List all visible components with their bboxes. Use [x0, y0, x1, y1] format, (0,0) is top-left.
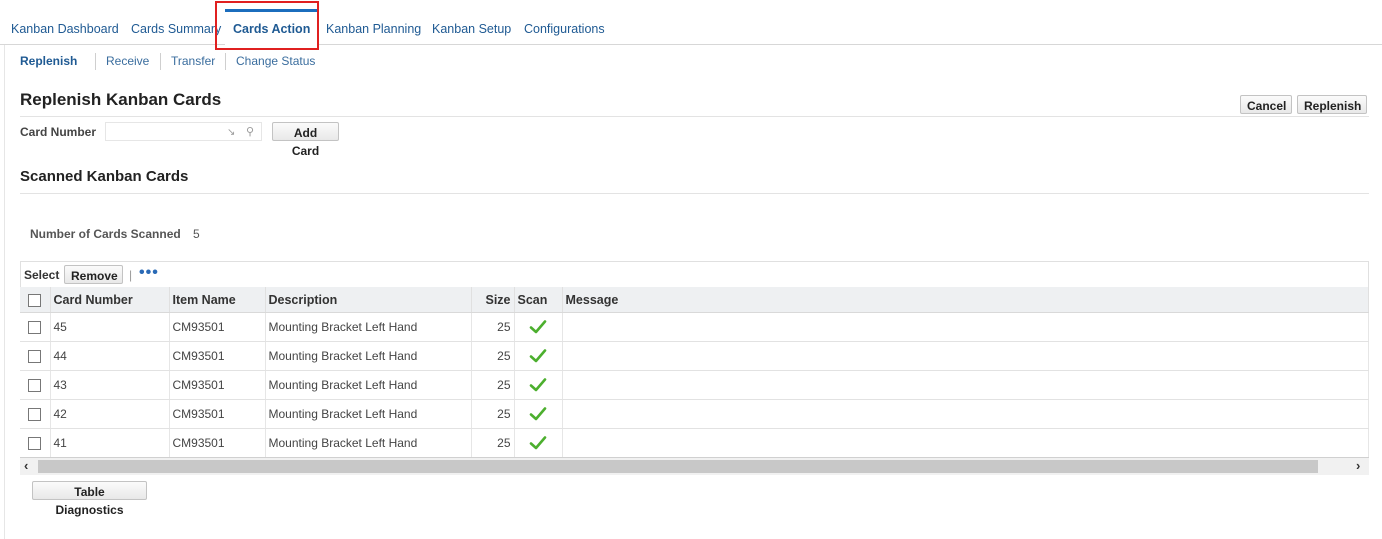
table-row[interactable]: 41 CM93501 Mounting Bracket Left Hand 25	[20, 428, 1369, 458]
column-header-description[interactable]: Description	[265, 287, 472, 313]
item-name-cell: CM93501	[169, 312, 266, 342]
top-tab-bar: Kanban Dashboard Cards Summary Cards Act…	[0, 0, 1382, 47]
item-name-cell: CM93501	[169, 341, 266, 371]
select-all-checkbox[interactable]	[28, 293, 42, 307]
cancel-button[interactable]: Cancel	[1240, 95, 1292, 114]
description-cell: Mounting Bracket Left Hand	[265, 428, 472, 458]
table-row[interactable]: 44 CM93501 Mounting Bracket Left Hand 25	[20, 341, 1369, 371]
subnav-separator	[95, 53, 96, 70]
add-card-button[interactable]: Add Card	[272, 122, 339, 158]
tab-configurations[interactable]: Configurations	[524, 22, 605, 36]
section-divider	[20, 193, 1369, 194]
section-title: Scanned Kanban Cards	[20, 168, 189, 185]
size-cell: 25	[471, 341, 515, 371]
card-number-cell: 41	[50, 428, 170, 458]
more-actions-icon[interactable]: •••	[139, 264, 159, 282]
toolbar-separator: |	[129, 268, 133, 282]
table-toolbar: Select Remove | •••	[20, 261, 1369, 287]
item-name-cell: CM93501	[169, 428, 266, 458]
size-cell: 25	[471, 428, 515, 458]
item-name-cell: CM93501	[169, 399, 266, 429]
column-header-item-name[interactable]: Item Name	[169, 287, 266, 313]
size-cell: 25	[471, 370, 515, 400]
card-number-label: Card Number	[20, 125, 97, 139]
row-checkbox[interactable]	[28, 437, 42, 451]
card-number-input[interactable]	[105, 122, 262, 141]
card-number-cell: 45	[50, 312, 170, 342]
replenish-button[interactable]: Replenish	[1297, 95, 1367, 114]
card-number-cell: 44	[50, 341, 170, 371]
column-header-size[interactable]: Size	[471, 287, 515, 313]
tab-cards-summary[interactable]: Cards Summary	[131, 22, 221, 36]
subnav-separator	[225, 53, 226, 70]
subnav-replenish[interactable]: Replenish	[20, 54, 77, 68]
remove-button[interactable]: Remove	[64, 265, 123, 284]
column-header-message[interactable]: Message	[562, 287, 1369, 313]
scroll-left-icon[interactable]: ‹	[24, 458, 28, 473]
horizontal-scrollbar[interactable]: ‹ ›	[20, 457, 1369, 475]
subnav-separator	[160, 53, 161, 70]
select-label: Select	[24, 268, 60, 282]
table-row[interactable]: 43 CM93501 Mounting Bracket Left Hand 25	[20, 370, 1369, 400]
card-number-cell: 43	[50, 370, 170, 400]
subnav-change-status[interactable]: Change Status	[236, 54, 315, 68]
tab-kanban-setup[interactable]: Kanban Setup	[432, 22, 511, 36]
scanned-cards-table: Card Number Item Name Description Size S…	[20, 287, 1369, 458]
page-title: Replenish Kanban Cards	[20, 90, 222, 109]
size-cell: 25	[471, 312, 515, 342]
message-cell	[562, 428, 1369, 458]
scroll-right-icon[interactable]: ›	[1356, 458, 1360, 473]
table-row[interactable]: 45 CM93501 Mounting Bracket Left Hand 25	[20, 312, 1369, 342]
tab-kanban-planning[interactable]: Kanban Planning	[326, 22, 421, 36]
row-checkbox[interactable]	[28, 408, 42, 422]
description-cell: Mounting Bracket Left Hand	[265, 370, 472, 400]
page-left-border	[4, 45, 5, 539]
check-icon	[529, 436, 547, 450]
check-icon	[529, 407, 547, 421]
description-cell: Mounting Bracket Left Hand	[265, 341, 472, 371]
title-divider	[20, 116, 1369, 117]
item-name-cell: CM93501	[169, 370, 266, 400]
size-cell: 25	[471, 399, 515, 429]
row-checkbox[interactable]	[28, 350, 42, 364]
row-checkbox[interactable]	[28, 379, 42, 393]
search-icon[interactable]: ⚲	[246, 125, 254, 138]
message-cell	[562, 399, 1369, 429]
card-number-cell: 42	[50, 399, 170, 429]
table-row[interactable]: 42 CM93501 Mounting Bracket Left Hand 25	[20, 399, 1369, 429]
description-cell: Mounting Bracket Left Hand	[265, 399, 472, 429]
tab-highlight-box	[215, 1, 319, 50]
tab-kanban-dashboard[interactable]: Kanban Dashboard	[11, 22, 119, 36]
check-icon	[529, 320, 547, 334]
scrollbar-thumb[interactable]	[38, 460, 1318, 473]
column-header-scan[interactable]: Scan	[514, 287, 563, 313]
row-checkbox[interactable]	[28, 321, 42, 335]
scan-cell	[514, 312, 563, 342]
scan-cell	[514, 399, 563, 429]
message-cell	[562, 312, 1369, 342]
column-header-card-number[interactable]: Card Number	[50, 287, 170, 313]
check-icon	[529, 378, 547, 392]
check-icon	[529, 349, 547, 363]
subnav-transfer[interactable]: Transfer	[171, 54, 215, 68]
cards-scanned-count: 5	[193, 227, 200, 241]
message-cell	[562, 370, 1369, 400]
message-cell	[562, 341, 1369, 371]
scan-cell	[514, 370, 563, 400]
select-all-cell	[20, 287, 51, 313]
table-diagnostics-button[interactable]: Table Diagnostics	[32, 481, 147, 517]
arrow-icon[interactable]: ↘	[227, 127, 235, 138]
scan-cell	[514, 428, 563, 458]
description-cell: Mounting Bracket Left Hand	[265, 312, 472, 342]
subnav-receive[interactable]: Receive	[106, 54, 149, 68]
table-header-row: Card Number Item Name Description Size S…	[20, 287, 1369, 313]
scan-cell	[514, 341, 563, 371]
cards-scanned-label: Number of Cards Scanned	[30, 227, 181, 241]
